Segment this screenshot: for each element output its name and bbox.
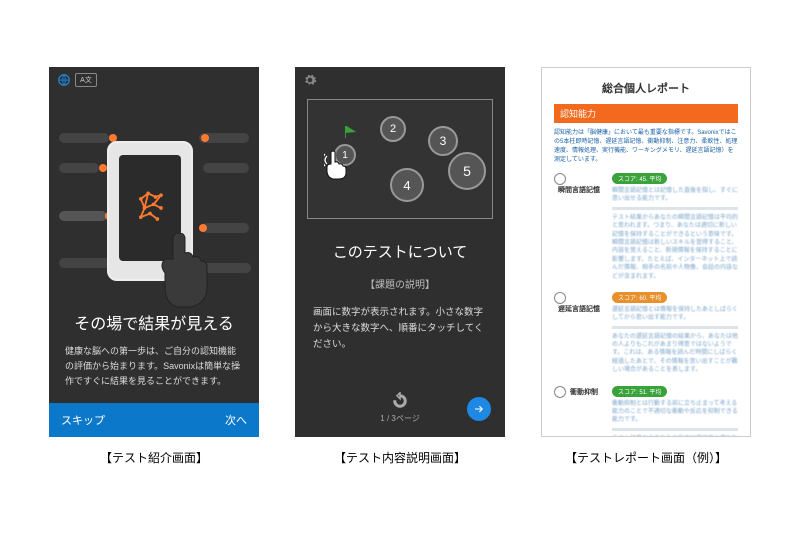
col-intro: A文 <box>49 67 259 466</box>
section-name: 遅延言語記憶 <box>558 304 600 314</box>
arrow-right-icon <box>473 403 485 415</box>
language-badge[interactable]: A文 <box>75 73 97 87</box>
report-section: 瞬間言語記憶 スコア: 45. 平均 瞬間言語記憶とは記憶した直後を指し、すぐに… <box>554 173 738 284</box>
pager: 1 / 3ページ <box>295 387 505 437</box>
score-pill: スコア: 45. 平均 <box>612 173 667 184</box>
section-para: テスト結果からあなたの反応は平均的と思われます。つまり、物事に対しての衝動、新し… <box>612 435 738 437</box>
refresh-icon[interactable] <box>391 392 409 410</box>
hand-icon <box>157 233 217 309</box>
intro-title: その場で結果が見える <box>65 310 243 334</box>
section-para: 遅延言語記憶とは情報を保持したあとしばらくしてから思い出す能力です。 <box>612 306 738 323</box>
score-pill: スコア: 60. 平均 <box>612 292 667 303</box>
gear-icon[interactable] <box>303 73 317 87</box>
section-para: テスト結果からあなたの瞬間言語記憶は平均的と思われます。つまり、あなたは適切に新… <box>612 214 738 281</box>
explain-subtitle: 【課題の説明】 <box>295 276 505 291</box>
intro-topbar: A文 <box>49 67 259 93</box>
screen-explain: 1 2 3 4 5 このテストについて 【課題の説明】 画面に数字が表示されます… <box>295 67 505 437</box>
intro-footer: スキップ 次へ <box>49 403 259 437</box>
screen-intro: A文 <box>49 67 259 437</box>
caption-explain: 【テスト内容説明画面】 <box>334 449 466 466</box>
explain-body: 画面に数字が表示されます。小さな数字から大きな数字へ、順番にタッチしてください。 <box>295 305 505 353</box>
next-arrow-button[interactable] <box>467 397 491 421</box>
section-para: 衝動抑制とは行動する前に立ち止まって考える能力のことで不適切な衝動や反応を抑制で… <box>612 400 738 425</box>
intro-description: 健康な脳への第一歩は、ご自分の認知機能の評価から始まります。Savonixは簡単… <box>65 344 243 389</box>
caption-intro: 【テスト紹介画面】 <box>100 449 208 466</box>
flag-icon <box>344 126 358 138</box>
explain-title: このテストについて <box>295 241 505 262</box>
page-indicator: 1 / 3ページ <box>380 413 419 424</box>
number-4[interactable]: 4 <box>390 168 424 202</box>
number-3[interactable]: 3 <box>428 126 458 156</box>
report-title: 総合個人レポート <box>554 80 738 96</box>
demo-box: 1 2 3 4 5 <box>307 99 493 219</box>
report-section: 衝動抑制 スコア: 51. 平均 衝動抑制とは行動する前に立ち止まって考える能力… <box>554 386 738 437</box>
col-explain: 1 2 3 4 5 このテストについて 【課題の説明】 画面に数字が表示されます… <box>295 67 505 466</box>
intro-illustration <box>49 93 259 310</box>
section-para: 瞬間言語記憶とは記憶した直後を指し、すぐに思い出せる能力です。 <box>612 187 738 204</box>
number-5[interactable]: 5 <box>448 152 486 190</box>
clock-icon <box>554 173 566 185</box>
globe-icon <box>57 73 71 87</box>
next-button[interactable]: 次へ <box>225 412 247 428</box>
col-report: 総合個人レポート 認知能力 認知能力は「脳健康」において最も重要な指標です。Sa… <box>541 67 751 466</box>
report-section: 遅延言語記憶 スコア: 60. 平均 遅延言語記憶とは情報を保持したあとしばらく… <box>554 292 738 378</box>
clock-icon <box>554 386 566 398</box>
clock-icon <box>554 292 566 304</box>
number-2[interactable]: 2 <box>380 116 406 142</box>
screenshot-row: A文 <box>49 67 751 466</box>
report-banner: 認知能力 <box>554 104 738 123</box>
score-pill: スコア: 51. 平均 <box>612 386 667 397</box>
skip-button[interactable]: スキップ <box>61 412 105 428</box>
section-para: あなたの遅延言語記憶の結果から、あなたは他の人よりもこれがあまり得意ではないよう… <box>612 333 738 375</box>
hand-pointer-icon <box>324 150 350 180</box>
explain-topbar <box>295 67 505 93</box>
screen-report: 総合個人レポート 認知能力 認知能力は「脳健康」において最も重要な指標です。Sa… <box>541 67 751 437</box>
section-name: 衝動抑制 <box>570 387 598 397</box>
report-intro: 認知能力は「脳健康」において最も重要な指標です。Savonixではこの5本柱即時… <box>554 129 738 165</box>
brain-icon <box>128 186 172 230</box>
section-name: 瞬間言語記憶 <box>558 185 600 195</box>
caption-report: 【テストレポート画面（例）】 <box>565 449 727 466</box>
